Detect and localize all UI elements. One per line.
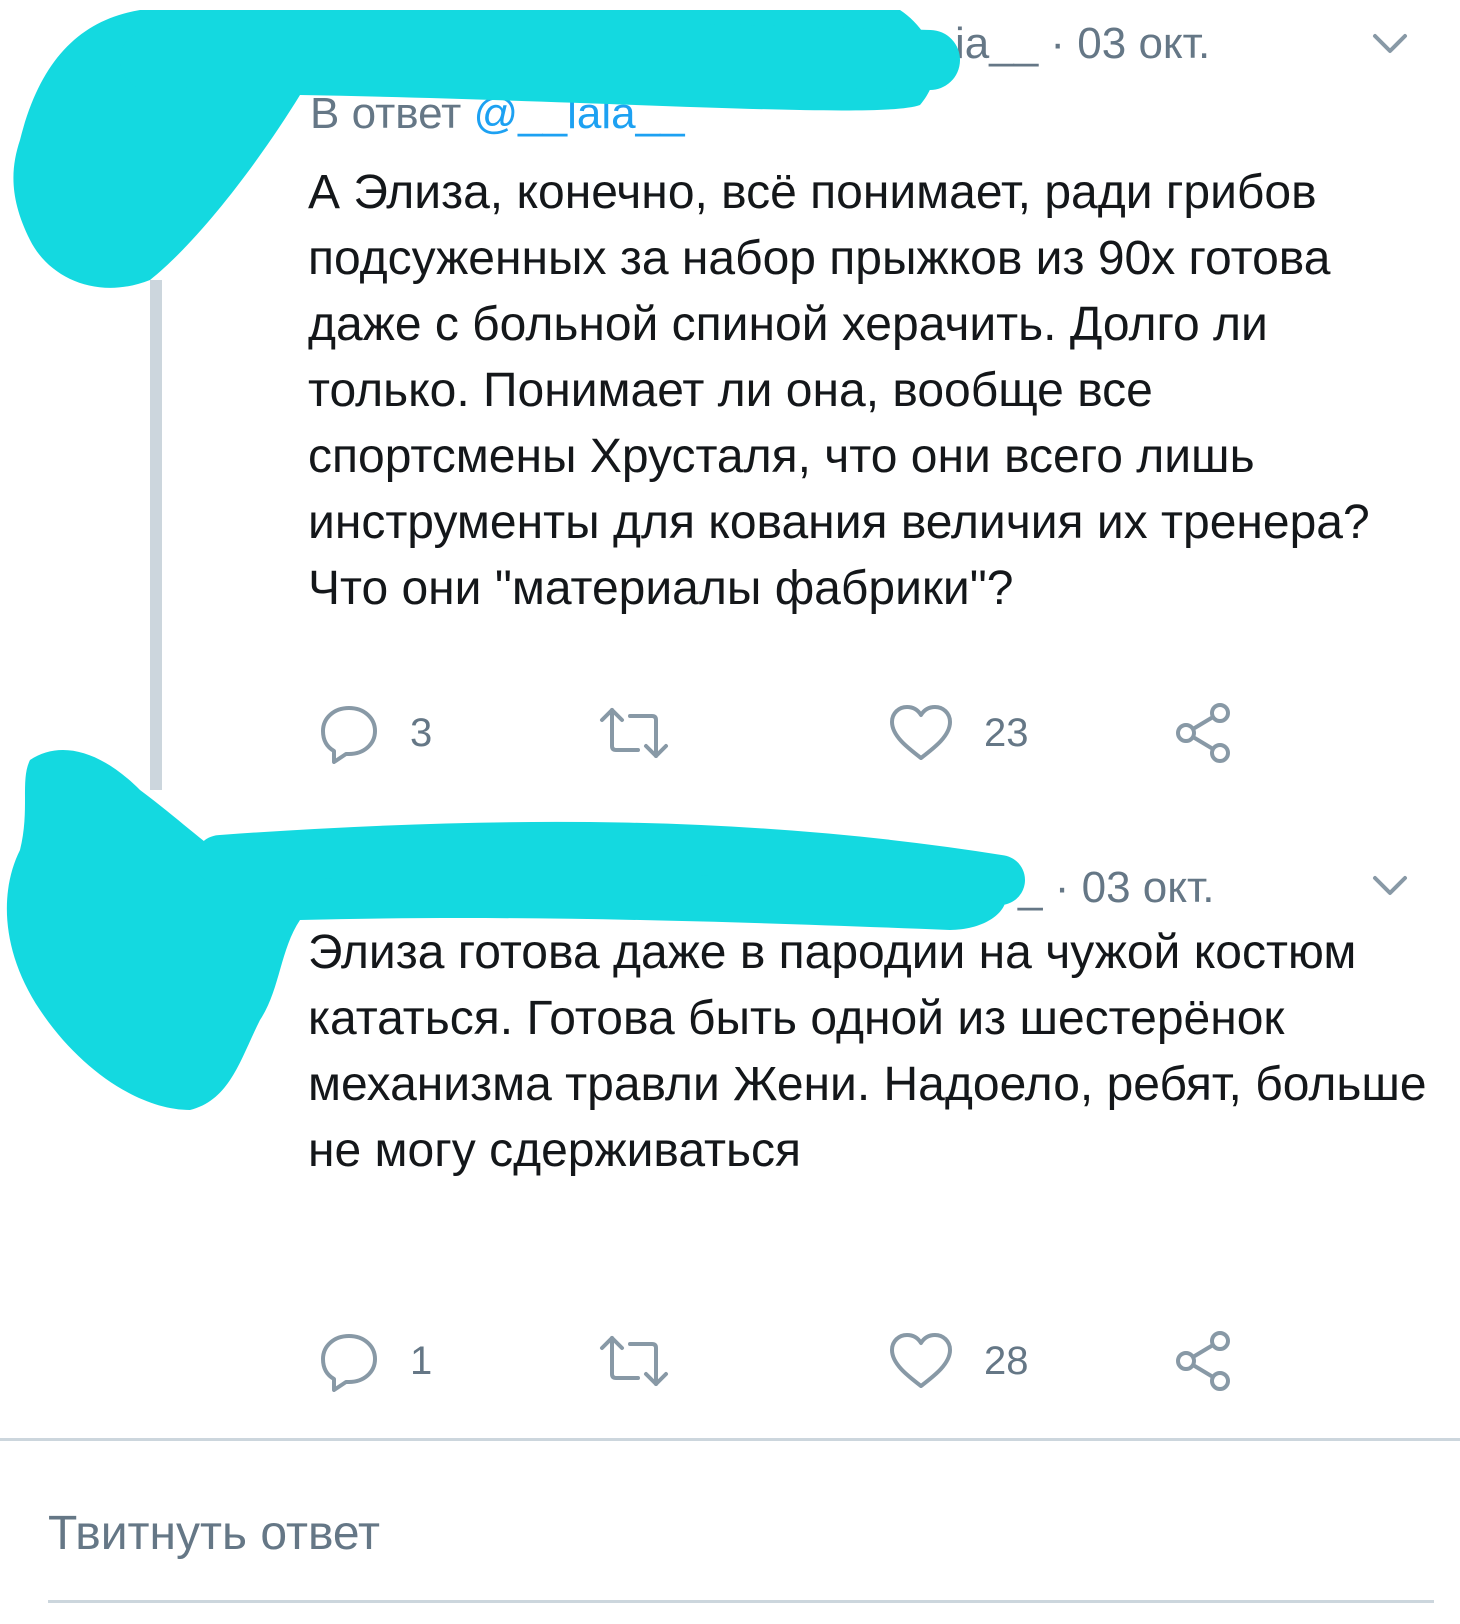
retweet-icon (600, 708, 668, 758)
reply-icon (321, 706, 377, 764)
tweet-2-header: _ · 03 окт. (1018, 866, 1214, 910)
share-icon (1176, 1331, 1230, 1391)
reply-to-handle[interactable]: @__lala__ (474, 89, 685, 138)
avatar[interactable] (140, 880, 250, 990)
reply-button[interactable]: 1 (318, 1326, 432, 1396)
chevron-down-icon[interactable] (1370, 24, 1410, 64)
reply-to-label: В ответ (310, 89, 462, 138)
tweet-1-header: ia__ · 03 окт. (955, 22, 1210, 66)
reply-input-underline (48, 1600, 1434, 1603)
tweet-1-text: А Элиза, конечно, всё понимает, ради гри… (308, 166, 1370, 615)
avatar[interactable] (80, 20, 190, 130)
tweet-1-handle[interactable]: ia__ (955, 19, 1038, 68)
tweet-1-date[interactable]: · 03 окт. (1050, 19, 1210, 68)
chevron-down-icon[interactable] (1370, 866, 1410, 906)
like-count: 23 (984, 711, 1029, 755)
like-button[interactable]: 28 (888, 1326, 1029, 1396)
thread-connector-line (150, 280, 162, 790)
reply-icon (321, 1334, 377, 1392)
share-button[interactable] (1172, 1326, 1236, 1396)
divider (0, 1438, 1460, 1441)
tweet-reply-input[interactable]: Твитнуть ответ (48, 1510, 380, 1558)
reply-count: 1 (410, 1339, 433, 1383)
retweet-button[interactable] (598, 1326, 670, 1396)
retweet-icon (600, 1336, 668, 1386)
reply-count: 3 (410, 711, 433, 755)
retweet-button[interactable] (598, 698, 670, 768)
reply-to-line: В ответ @__lala__ (310, 92, 685, 136)
like-icon (890, 705, 952, 760)
share-button[interactable] (1172, 698, 1236, 768)
share-icon (1176, 703, 1230, 763)
tweet-2-text: Элиза готова даже в пародии на чужой кос… (308, 926, 1427, 1177)
like-icon (890, 1333, 952, 1388)
like-button[interactable]: 23 (888, 698, 1029, 768)
like-count: 28 (984, 1339, 1029, 1383)
tweet-2-handle[interactable]: _ (1018, 863, 1042, 912)
tweet-2-date[interactable]: · 03 окт. (1055, 863, 1215, 912)
reply-button[interactable]: 3 (318, 698, 432, 768)
